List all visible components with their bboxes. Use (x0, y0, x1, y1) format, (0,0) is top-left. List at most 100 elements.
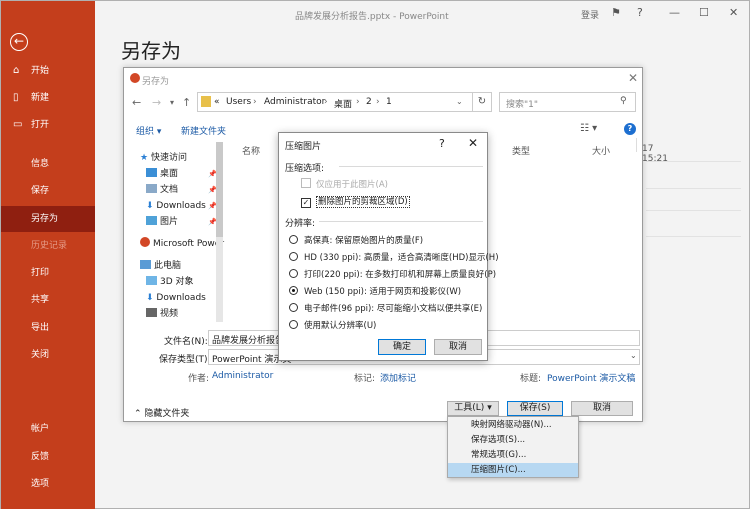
tree-item-videos[interactable]: 视频 (146, 306, 178, 322)
nav-save[interactable]: 保存 (1, 178, 95, 204)
breadcrumb-2[interactable]: 2 (366, 97, 372, 107)
window-title: 品牌发展分析报告.pptx - PowerPoint (295, 12, 449, 22)
tools-menu: 映射网络驱动器(N)... 保存选项(S)... 常规选项(G)... 压缩图片… (447, 416, 579, 478)
resolution-high-fidelity-radio[interactable]: 高保真: 保留原始图片的质量(F) (289, 234, 423, 246)
resolution-heading: 分辨率: (285, 219, 316, 229)
nav-options[interactable]: 选项 (1, 471, 95, 497)
chevron-right-icon: › (324, 97, 328, 107)
background-divider (646, 236, 741, 237)
filename-label: 文件名(N): (164, 337, 208, 347)
close-icon[interactable]: ✕ (468, 136, 478, 150)
author-value[interactable]: Administrator (212, 371, 273, 381)
nav-print[interactable]: 打印 (1, 260, 95, 286)
menu-item-map-network-drive[interactable]: 映射网络驱动器(N)... (448, 418, 578, 432)
chevron-down-icon[interactable]: ⌄ (630, 351, 637, 360)
chevron-down-icon[interactable]: ⌄ (456, 97, 463, 106)
nav-save-as[interactable]: 另存为 (1, 206, 95, 232)
nav-close[interactable]: 关闭 (1, 342, 95, 368)
tree-item-desktop[interactable]: 桌面 (146, 166, 178, 182)
help-question-icon[interactable]: ? (637, 6, 643, 19)
filetype-label: 保存类型(T): (159, 355, 211, 365)
tree-item-this-pc[interactable]: 此电脑 (140, 258, 181, 274)
resolution-print-radio[interactable]: 打印(220 ppi): 在多数打印机和屏幕上质量良好(P) (289, 268, 496, 280)
breadcrumb-users[interactable]: Users (226, 97, 251, 107)
tree-item-documents[interactable]: 文档 (146, 182, 178, 198)
resolution-hd-radio[interactable]: HD (330 ppi): 高质量，适合高清晰度(HD)显示(H) (289, 251, 499, 263)
breadcrumb-desktop[interactable]: 桌面 (334, 97, 352, 110)
column-header-type[interactable]: 类型 (512, 144, 530, 157)
coauthor-icon[interactable]: ⚑ (611, 6, 621, 19)
tags-value[interactable]: 添加标记 (380, 371, 416, 384)
tree-item-downloads-pc[interactable]: ⬇ Downloads (146, 290, 206, 306)
resolution-web-radio[interactable]: Web (150 ppi): 适用于网页和投影仪(W) (289, 285, 461, 297)
close-icon[interactable]: ✕ (628, 71, 638, 85)
chevron-right-icon: › (253, 97, 257, 107)
login-link[interactable]: 登录 (581, 8, 599, 21)
nav-new[interactable]: ▯ 新建 (1, 85, 95, 111)
search-icon[interactable]: ⚲ (620, 96, 627, 106)
tree-item-quick-access[interactable]: ★ 快速访问 (140, 150, 187, 166)
minimize-icon[interactable]: — (669, 6, 680, 19)
tools-button[interactable]: 工具(L) ▾ (447, 401, 499, 416)
nav-feedback[interactable]: 反馈 (1, 444, 95, 470)
compress-dialog-title: 压缩图片 (285, 142, 322, 152)
breadcrumb-overflow[interactable]: « (214, 97, 220, 107)
checkbox-icon (301, 178, 311, 188)
resolution-default-radio[interactable]: 使用默认分辨率(U) (289, 319, 376, 331)
tree-item-pictures[interactable]: 图片 (146, 214, 178, 230)
chevron-up-icon: ⌃ (134, 409, 142, 419)
tree-scrollbar-thumb[interactable] (216, 142, 223, 237)
nav-history: 历史记录 (31, 241, 68, 251)
help-icon[interactable]: ? (624, 123, 636, 135)
up-icon[interactable]: ↑ (182, 96, 191, 109)
resolution-email-radio[interactable]: 电子邮件(96 ppi): 尽可能缩小文档以便共享(E) (289, 302, 482, 314)
title-value[interactable]: PowerPoint 演示文稿 (547, 371, 635, 384)
nav-share[interactable]: 共享 (1, 287, 95, 313)
section-divider (339, 166, 483, 167)
back-icon[interactable]: ← (132, 96, 141, 109)
menu-item-compress-pictures[interactable]: 压缩图片(C)... (448, 463, 578, 477)
file-modified-time: 17 15:21 (642, 144, 668, 164)
hide-folders-toggle[interactable]: ⌃ 隐藏文件夹 (134, 406, 189, 419)
compress-pictures-dialog: 压缩图片 ? ✕ 压缩选项: 仅应用于此图片(A) ✓ 删除图片的剪裁区域(D) … (278, 132, 499, 361)
tree-item-3d-objects[interactable]: 3D 对象 (146, 274, 194, 290)
nav-account[interactable]: 帐户 (1, 416, 95, 442)
radio-icon (289, 320, 298, 329)
nav-open[interactable]: ▭ 打开 (1, 112, 95, 138)
nav-export[interactable]: 导出 (1, 315, 95, 341)
save-button[interactable]: 保存(S) (507, 401, 563, 416)
breadcrumb-1[interactable]: 1 (386, 97, 392, 107)
organize-menu[interactable]: 组织 ▾ (136, 124, 161, 137)
pictures-icon (146, 216, 157, 225)
recent-dropdown-icon[interactable]: ▾ (170, 98, 174, 107)
address-bar[interactable]: « Users › Administrator › 桌面 › 2 › 1 ⌄ (197, 92, 492, 112)
radio-icon (289, 235, 298, 244)
nav-info[interactable]: 信息 (1, 151, 95, 177)
tree-item-microsoft-powerpoint[interactable]: Microsoft Power (140, 236, 224, 252)
search-input[interactable]: 搜索"1" (499, 92, 636, 112)
ok-button[interactable]: 确定 (378, 339, 426, 355)
nav-home[interactable]: ⌂ 开始 (1, 58, 95, 84)
menu-item-general-options[interactable]: 常规选项(G)... (448, 448, 578, 462)
menu-item-save-options[interactable]: 保存选项(S)... (448, 433, 578, 447)
cancel-button[interactable]: 取消 (434, 339, 482, 355)
apply-to-this-picture-checkbox[interactable]: 仅应用于此图片(A) (301, 178, 388, 190)
delete-cropped-areas-checkbox[interactable]: ✓ 删除图片的剪裁区域(D) (301, 195, 410, 208)
radio-icon (289, 252, 298, 261)
breadcrumb-administrator[interactable]: Administrator (264, 97, 325, 107)
new-folder-button[interactable]: 新建文件夹 (181, 124, 226, 137)
star-icon: ★ (140, 153, 149, 163)
column-header-size[interactable]: 大小 (592, 144, 610, 157)
forward-icon[interactable]: → (152, 96, 161, 109)
tags-label: 标记: (354, 374, 376, 384)
maximize-icon[interactable]: ☐ (699, 6, 709, 19)
close-window-icon[interactable]: ✕ (729, 6, 738, 19)
view-options-icon[interactable]: ☷ ▾ (580, 123, 597, 134)
back-arrow-icon[interactable]: ← (10, 33, 28, 51)
refresh-icon[interactable]: ↻ (472, 92, 492, 112)
cancel-button[interactable]: 取消 (571, 401, 633, 416)
download-icon: ⬇ (146, 201, 154, 211)
column-header-name[interactable]: 名称 (242, 144, 260, 157)
help-question-icon[interactable]: ? (439, 137, 445, 150)
tree-item-downloads[interactable]: ⬇ Downloads (146, 198, 206, 214)
